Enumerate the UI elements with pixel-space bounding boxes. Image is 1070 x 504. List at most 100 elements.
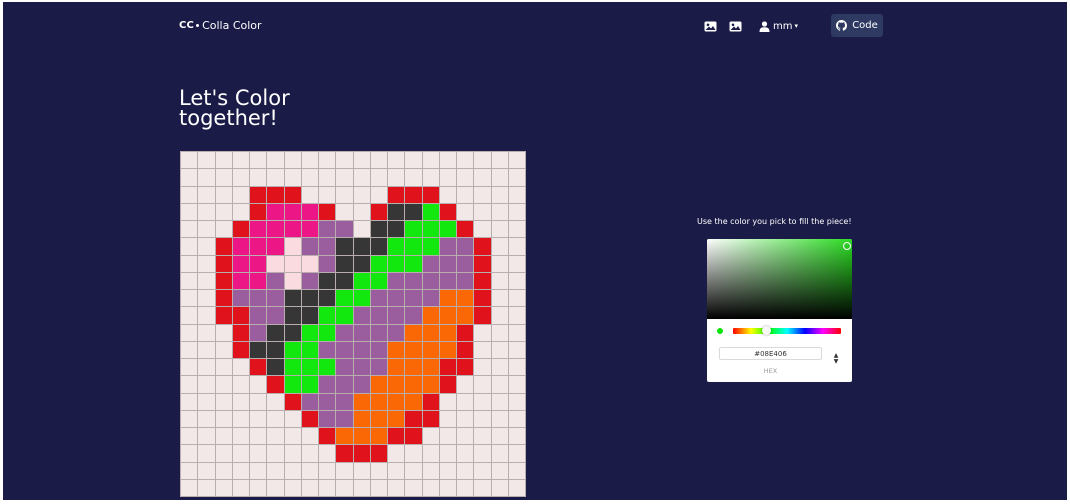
grid-cell[interactable] [198,479,215,496]
grid-cell[interactable] [181,290,198,307]
grid-cell[interactable] [181,462,198,479]
grid-cell[interactable] [232,359,249,376]
grid-cell[interactable] [491,376,508,393]
grid-cell[interactable] [474,341,491,358]
grid-cell[interactable] [422,290,439,307]
grid-cell[interactable] [198,324,215,341]
grid-cell[interactable] [215,462,232,479]
grid-cell[interactable] [474,479,491,496]
grid-cell[interactable] [457,410,474,427]
grid-cell[interactable] [474,255,491,272]
grid-cell[interactable] [215,186,232,203]
grid-cell[interactable] [508,221,525,238]
grid-cell[interactable] [267,324,284,341]
grid-cell[interactable] [457,290,474,307]
grid-cell[interactable] [250,376,267,393]
grid-cell[interactable] [267,307,284,324]
grid-cell[interactable] [370,410,387,427]
grid-cell[interactable] [422,341,439,358]
grid-cell[interactable] [336,376,353,393]
grid-cell[interactable] [405,324,422,341]
grid-cell[interactable] [284,203,301,220]
grid-cell[interactable] [508,376,525,393]
grid-cell[interactable] [232,462,249,479]
grid-cell[interactable] [250,307,267,324]
grid-cell[interactable] [319,445,336,462]
grid-cell[interactable] [181,341,198,358]
grid-cell[interactable] [250,221,267,238]
grid-cell[interactable] [267,186,284,203]
grid-cell[interactable] [439,152,456,169]
grid-cell[interactable] [232,376,249,393]
grid-cell[interactable] [284,359,301,376]
grid-cell[interactable] [491,393,508,410]
grid-cell[interactable] [439,186,456,203]
grid-cell[interactable] [457,186,474,203]
grid-cell[interactable] [474,290,491,307]
grid-cell[interactable] [250,169,267,186]
grid-cell[interactable] [491,307,508,324]
grid-cell[interactable] [215,307,232,324]
grid-cell[interactable] [370,376,387,393]
grid-cell[interactable] [422,203,439,220]
grid-cell[interactable] [336,255,353,272]
image-icon[interactable] [728,19,743,34]
grid-cell[interactable] [474,272,491,289]
grid-cell[interactable] [284,290,301,307]
grid-cell[interactable] [457,428,474,445]
grid-cell[interactable] [336,307,353,324]
grid-cell[interactable] [232,428,249,445]
grid-cell[interactable] [388,445,405,462]
grid-cell[interactable] [370,152,387,169]
grid-cell[interactable] [284,307,301,324]
grid-cell[interactable] [181,203,198,220]
grid-cell[interactable] [353,203,370,220]
grid-cell[interactable] [388,479,405,496]
grid-cell[interactable] [301,428,318,445]
grid-cell[interactable] [491,290,508,307]
grid-cell[interactable] [198,290,215,307]
grid-cell[interactable] [232,445,249,462]
grid-cell[interactable] [198,186,215,203]
grid-cell[interactable] [422,238,439,255]
grid-cell[interactable] [319,255,336,272]
grid-cell[interactable] [198,341,215,358]
grid-cell[interactable] [319,272,336,289]
grid-cell[interactable] [181,428,198,445]
grid-cell[interactable] [439,255,456,272]
grid-cell[interactable] [422,462,439,479]
grid-cell[interactable] [267,428,284,445]
grid-cell[interactable] [319,462,336,479]
grid-cell[interactable] [336,221,353,238]
grid-cell[interactable] [198,272,215,289]
grid-cell[interactable] [301,410,318,427]
grid-cell[interactable] [232,203,249,220]
grid-cell[interactable] [181,410,198,427]
grid-cell[interactable] [301,359,318,376]
grid-cell[interactable] [336,410,353,427]
grid-cell[interactable] [267,152,284,169]
grid-cell[interactable] [457,462,474,479]
grid-cell[interactable] [388,290,405,307]
grid-cell[interactable] [370,393,387,410]
grid-cell[interactable] [181,393,198,410]
grid-cell[interactable] [457,445,474,462]
grid-cell[interactable] [388,393,405,410]
grid-cell[interactable] [215,376,232,393]
grid-cell[interactable] [422,152,439,169]
grid-cell[interactable] [491,152,508,169]
grid-cell[interactable] [250,152,267,169]
grid-cell[interactable] [405,393,422,410]
grid-cell[interactable] [336,272,353,289]
grid-cell[interactable] [319,428,336,445]
grid-cell[interactable] [336,203,353,220]
grid-cell[interactable] [267,169,284,186]
grid-cell[interactable] [284,324,301,341]
grid-cell[interactable] [508,359,525,376]
grid-cell[interactable] [508,290,525,307]
grid-cell[interactable] [319,376,336,393]
grid-cell[interactable] [474,238,491,255]
grid-cell[interactable] [439,324,456,341]
grid-cell[interactable] [319,359,336,376]
grid-cell[interactable] [319,307,336,324]
